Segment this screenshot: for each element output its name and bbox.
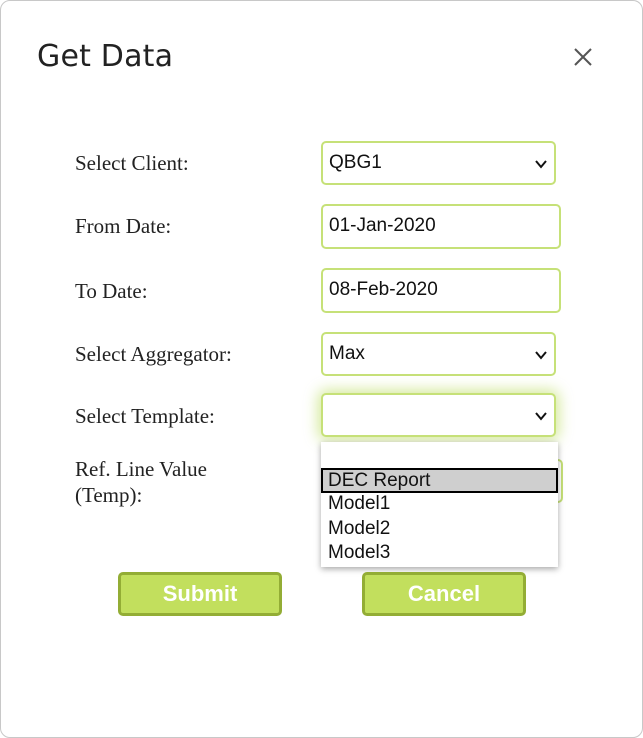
template-option-blank[interactable] <box>321 444 558 469</box>
get-data-dialog: Get Data Select Client: QBG1 From Date: … <box>0 0 643 738</box>
ref-line-label: Ref. Line Value (Temp): <box>75 456 207 508</box>
template-option-model1[interactable]: Model1 <box>321 492 558 517</box>
ref-line-label-line1: Ref. Line Value <box>75 457 207 481</box>
template-option-dec-report[interactable]: DEC Report <box>321 468 558 493</box>
ref-line-label-line2: (Temp): <box>75 483 143 507</box>
aggregator-select-value: Max <box>329 343 365 364</box>
template-dropdown-list: DEC Report Model1 Model2 Model3 <box>321 442 558 567</box>
template-label: Select Template: <box>75 404 215 428</box>
close-icon <box>574 48 592 66</box>
aggregator-select[interactable]: Max <box>321 332 556 376</box>
from-date-value: 01-Jan-2020 <box>329 215 436 236</box>
template-option-model3[interactable]: Model3 <box>321 541 558 566</box>
chevron-down-icon <box>535 412 547 421</box>
from-date-label: From Date: <box>75 214 172 238</box>
client-label: Select Client: <box>75 151 189 175</box>
chevron-down-icon <box>535 160 547 169</box>
client-select-value: QBG1 <box>329 152 382 173</box>
chevron-down-icon <box>535 351 547 360</box>
submit-button[interactable]: Submit <box>118 572 282 616</box>
to-date-input[interactable]: 08-Feb-2020 <box>321 268 561 313</box>
from-date-input[interactable]: 01-Jan-2020 <box>321 204 561 249</box>
template-select[interactable] <box>321 393 556 437</box>
client-select[interactable]: QBG1 <box>321 141 556 185</box>
dialog-title: Get Data <box>37 39 174 74</box>
cancel-button[interactable]: Cancel <box>362 572 526 616</box>
to-date-label: To Date: <box>75 279 148 303</box>
template-option-model2[interactable]: Model2 <box>321 517 558 542</box>
close-button[interactable] <box>570 44 596 70</box>
aggregator-label: Select Aggregator: <box>75 342 232 366</box>
to-date-value: 08-Feb-2020 <box>329 279 438 300</box>
